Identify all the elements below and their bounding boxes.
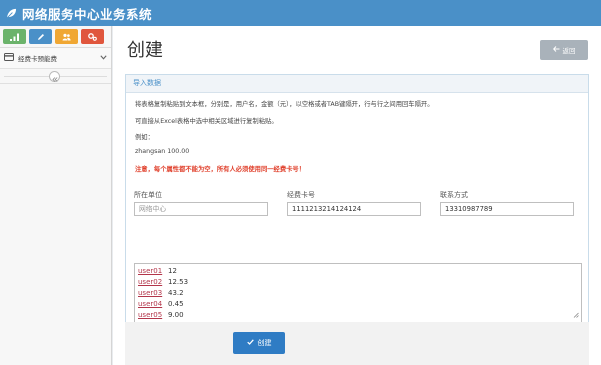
amount: 12 [168,267,177,275]
card-number-input[interactable]: 1111213214124124 [287,202,421,216]
leaf-logo-icon [6,4,17,23]
username: user05 [138,311,163,319]
users-icon [62,33,71,41]
unit-label: 所在单位 [134,191,162,199]
warning-text: 注意，每个属性都不能为空，所有人必须使用同一经费卡号！ [135,166,306,173]
shortcut-signal-button[interactable] [3,29,26,44]
double-chevron-left-icon [51,67,58,86]
contact-label: 联系方式 [440,191,468,199]
sidebar: 经费卡预能费 [0,26,112,365]
create-button[interactable]: 创建 [233,332,285,354]
sidebar-collapse-button[interactable] [49,71,60,82]
signal-icon [10,33,19,41]
back-button-label: 返回 [562,47,576,55]
back-button[interactable]: 返回 [540,40,588,60]
shortcut-pencil-button[interactable] [29,29,52,44]
cogs-icon [88,32,97,41]
instruction-line: 将表格复制粘贴到文本框，分别是，用户名，金额（元），以空格或者TAB键隔开，行与… [135,101,434,108]
username: user03 [138,289,163,297]
form-actions [125,322,589,365]
sidebar-item-card-fee[interactable]: 经费卡预能费 [0,48,111,69]
username: user04 [138,300,163,308]
contact-input[interactable]: 13310987789 [440,202,574,216]
app-title: 网络服务中心业务系统 [22,6,153,22]
resize-grip-icon[interactable] [573,303,579,322]
panel-title: 导入数据 [126,75,588,93]
sidebar-item-label: 经费卡预能费 [18,55,57,63]
sidebar-collapse-bar [0,69,111,84]
list-item: user01 12 [138,267,177,275]
username: user01 [138,267,163,275]
credit-card-icon [4,53,14,63]
list-item: user04 0.45 [138,300,184,308]
arrow-left-icon [552,46,560,54]
amount: 9.00 [168,311,184,319]
list-item: user05 9.00 [138,311,184,319]
instruction-line: 可直接从Excel表格中选中相关区域进行复制粘贴。 [135,118,278,125]
amount: 43.2 [168,289,184,297]
amount: 0.45 [168,300,184,308]
pencil-icon [37,33,45,41]
check-icon [246,339,254,347]
main-content: 创建 返回 导入数据 将表格复制粘贴到文本框，分别是，用户名，金额（元），以空格… [113,26,601,365]
import-panel: 导入数据 将表格复制粘贴到文本框，分别是，用户名，金额（元），以空格或者TAB键… [125,74,589,332]
shortcut-bar [0,26,111,48]
card-number-label: 经费卡号 [287,191,315,199]
shortcut-users-button[interactable] [55,29,78,44]
unit-input[interactable]: 网络中心 [134,202,268,216]
instruction-example: zhangsan 100.00 [135,148,190,155]
instruction-line: 例如： [135,134,154,141]
username: user02 [138,278,163,286]
page-title: 创建 [127,40,163,61]
app-header: 网络服务中心业务系统 [0,0,601,26]
chevron-down-icon [100,54,107,62]
shortcut-cogs-button[interactable] [81,29,104,44]
create-button-label: 创建 [257,339,272,347]
paste-textarea[interactable]: user01 12 user02 12.53 user03 43.2 user04 0.… [134,263,582,325]
list-item: user03 43.2 [138,289,184,297]
list-item: user02 12.53 [138,278,188,286]
amount: 12.53 [168,278,189,286]
